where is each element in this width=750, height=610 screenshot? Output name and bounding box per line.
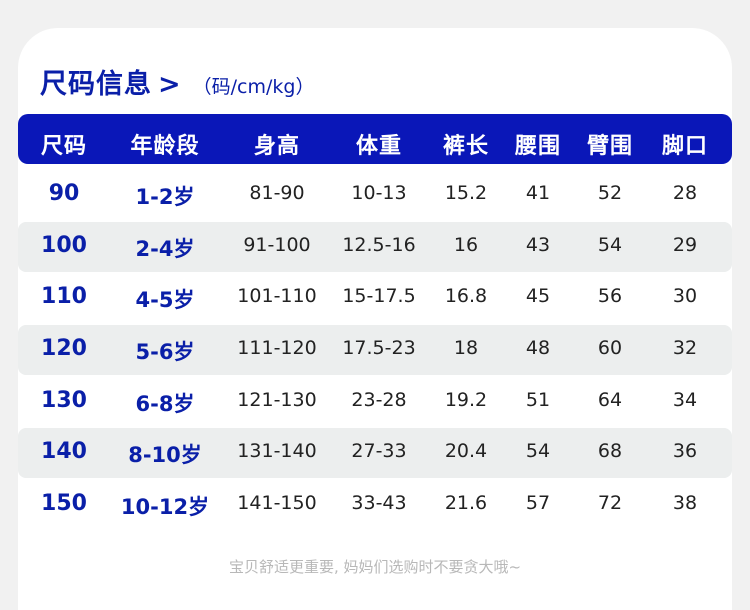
table-row: 150 10-12岁 141-150 33-43 21.6 57 72 38: [18, 480, 732, 530]
table-row: 100 2-4岁 91-100 12.5-16 16 43 54 29: [18, 222, 732, 272]
cell-age: 1-2岁: [135, 185, 195, 209]
cell-arm: 54: [597, 234, 623, 256]
cell-waist: 45: [525, 285, 551, 307]
cell-size: 140: [41, 439, 87, 464]
cell-weight: 15-17.5: [342, 285, 416, 307]
header-age: 年龄段: [130, 134, 200, 159]
page-title: 尺码信息: [40, 69, 152, 100]
header-weight: 体重: [355, 134, 403, 159]
header-hem: 脚口: [661, 134, 709, 159]
unit-label: （码/cm/kg）: [192, 76, 315, 98]
cell-weight: 17.5-23: [342, 337, 416, 359]
cell-age: 8-10岁: [128, 443, 202, 467]
cell-pants-length: 20.4: [444, 440, 488, 462]
cell-arm: 60: [597, 337, 623, 359]
cell-arm: 68: [597, 440, 623, 462]
table-row: 120 5-6岁 111-120 17.5-23 18 48 60 32: [18, 325, 732, 375]
cell-waist: 48: [525, 337, 551, 359]
cell-size: 120: [41, 336, 87, 361]
cell-hem: 38: [672, 492, 698, 514]
cell-size: 130: [41, 388, 87, 413]
cell-hem: 29: [672, 234, 698, 256]
cell-height: 121-130: [237, 389, 317, 411]
cell-size: 110: [41, 284, 87, 309]
cell-arm: 56: [597, 285, 623, 307]
title-row: 尺码信息 > （码/cm/kg）: [40, 62, 314, 108]
cell-size: 90: [48, 181, 80, 206]
cell-age: 6-8岁: [135, 392, 195, 416]
header-waist: 腰围: [514, 134, 562, 159]
cell-size: 100: [41, 233, 87, 258]
cell-pants-length: 18: [453, 337, 479, 359]
cell-weight: 27-33: [351, 440, 407, 462]
title-arrow-icon: >: [158, 69, 181, 100]
cell-height: 111-120: [237, 337, 317, 359]
cell-arm: 64: [597, 389, 623, 411]
header-height: 身高: [253, 134, 301, 159]
cell-pants-length: 16.8: [444, 285, 488, 307]
table-row: 110 4-5岁 101-110 15-17.5 16.8 45 56 30: [18, 273, 732, 323]
cell-age: 10-12岁: [120, 495, 210, 519]
header-arm: 臂围: [586, 134, 634, 159]
cell-hem: 34: [672, 389, 698, 411]
cell-age: 5-6岁: [135, 340, 195, 364]
footer-note: 宝贝舒适更重要, 妈妈们选购时不要贪大哦~: [228, 558, 522, 576]
table-header: 尺码 年龄段 身高 体重 裤长 腰围 臂围 脚口: [18, 114, 732, 164]
cell-waist: 43: [525, 234, 551, 256]
cell-pants-length: 15.2: [444, 182, 488, 204]
header-pants-length: 裤长: [442, 134, 490, 159]
cell-hem: 30: [672, 285, 698, 307]
cell-hem: 36: [672, 440, 698, 462]
cell-weight: 33-43: [351, 492, 407, 514]
table-row: 130 6-8岁 121-130 23-28 19.2 51 64 34: [18, 377, 732, 427]
cell-weight: 12.5-16: [342, 234, 416, 256]
cell-waist: 57: [525, 492, 551, 514]
table-row: 140 8-10岁 131-140 27-33 20.4 54 68 36: [18, 428, 732, 478]
cell-height: 91-100: [243, 234, 311, 256]
cell-height: 81-90: [249, 182, 305, 204]
cell-waist: 51: [525, 389, 551, 411]
table-row: 90 1-2岁 81-90 10-13 15.2 41 52 28: [18, 170, 732, 220]
cell-pants-length: 16: [453, 234, 479, 256]
cell-waist: 41: [525, 182, 551, 204]
cell-height: 131-140: [237, 440, 317, 462]
cell-hem: 32: [672, 337, 698, 359]
cell-age: 2-4岁: [135, 237, 195, 261]
cell-weight: 23-28: [351, 389, 407, 411]
cell-arm: 72: [597, 492, 623, 514]
cell-pants-length: 19.2: [444, 389, 488, 411]
cell-hem: 28: [672, 182, 698, 204]
header-size: 尺码: [40, 134, 88, 159]
cell-size: 150: [41, 491, 87, 516]
cell-weight: 10-13: [351, 182, 407, 204]
cell-pants-length: 21.6: [444, 492, 488, 514]
cell-waist: 54: [525, 440, 551, 462]
cell-arm: 52: [597, 182, 623, 204]
cell-age: 4-5岁: [135, 288, 195, 312]
cell-height: 141-150: [237, 492, 317, 514]
cell-height: 101-110: [237, 285, 317, 307]
